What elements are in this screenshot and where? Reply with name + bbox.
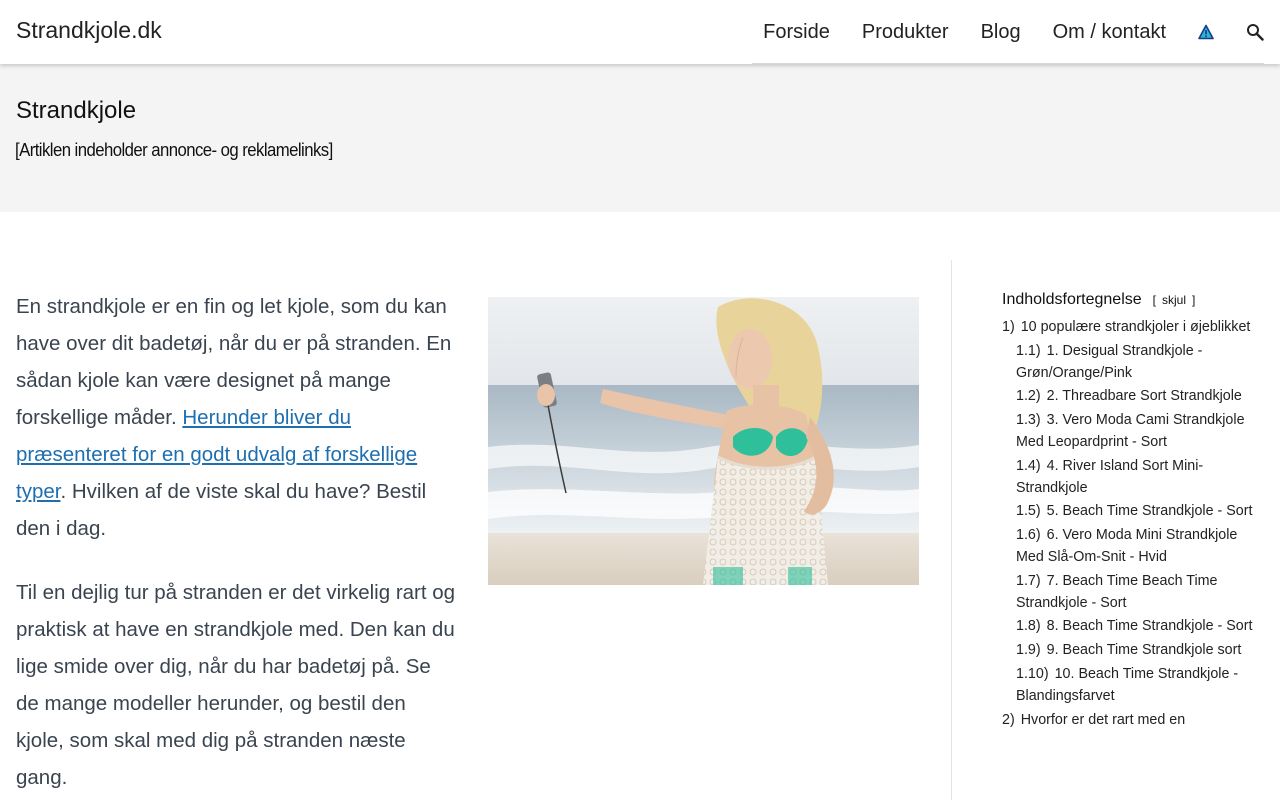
toc-item-number: 1.6): [1016, 527, 1041, 544]
body-paragraph: Til en dejlig tur på stranden er det vir…: [16, 581, 456, 789]
search-icon[interactable]: [1246, 23, 1264, 41]
toc-item[interactable]: 1.7) 7. Beach Time Beach Time Strandkjole…: [1002, 571, 1262, 615]
toc-item-number: 1.5): [1016, 503, 1041, 520]
toc-item-number: 1.9): [1016, 642, 1041, 659]
toc-item-number: 1.8): [1016, 618, 1041, 635]
toc-item[interactable]: 1.2) 2. Threadbare Sort Strandkjole: [1002, 386, 1262, 408]
nav-divider: [752, 63, 1264, 64]
intro-paragraph: En strandkjole er en fin og let kjole, s…: [16, 288, 456, 547]
toc-item[interactable]: 1.5) 5. Beach Time Strandkjole - Sort: [1002, 501, 1262, 523]
toc-item-number: 2): [1002, 711, 1015, 728]
toc-toggle-label[interactable]: skjul: [1162, 293, 1186, 307]
nav-om-kontakt[interactable]: Om / kontakt: [1053, 21, 1166, 44]
toc-item[interactable]: 1.6) 6. Vero Moda Mini Strandkjole Med Sl…: [1002, 525, 1262, 569]
toc-title: Indholdsfortegnelse: [1002, 291, 1142, 308]
toc-item-number: 1.10): [1016, 665, 1049, 682]
toc-item-link[interactable]: 6. Vero Moda Mini Strandkjole Med Slå-Om…: [1016, 527, 1237, 565]
toc-item-number: 1.3): [1016, 412, 1041, 429]
site-header: Strandkjole.dk Forside Produkter Blog Om…: [0, 0, 1280, 64]
nav-forside[interactable]: Forside: [763, 21, 830, 44]
toc-item-link[interactable]: 3. Vero Moda Cami Strandkjole Med Leopar…: [1016, 412, 1245, 450]
toc-item-number: 1.1): [1016, 342, 1041, 359]
nav-produkter[interactable]: Produkter: [862, 21, 949, 44]
toc-item-link[interactable]: 9. Beach Time Strandkjole sort: [1047, 642, 1242, 658]
toc-item[interactable]: 1.10) 10. Beach Time Strandkjole - Blandi…: [1002, 664, 1262, 708]
toc-item[interactable]: 1.4) 4. River Island Sort Mini-Strandkjol…: [1002, 456, 1262, 500]
ad-disclaimer: [Artiklen indeholder annonce- og reklame…: [15, 140, 333, 160]
toc-item-link[interactable]: Hvorfor er det rart med en: [1021, 712, 1185, 728]
sidebar-divider: [951, 260, 952, 800]
toc-item-link[interactable]: 10 populære strandkjoler i øjeblikket: [1021, 319, 1251, 335]
table-of-contents: Indholdsfortegnelse [ skjul] 1) 10 populær…: [1002, 291, 1262, 733]
toc-item-number: 1.2): [1016, 388, 1041, 405]
toc-item[interactable]: 2) Hvorfor er det rart med en: [1002, 710, 1262, 732]
toc-item[interactable]: 1) 10 populære strandkjoler i øjeblikket: [1002, 317, 1262, 339]
toc-item-link[interactable]: 1. Desigual Strandkjole - Grøn/Orange/Pi…: [1016, 343, 1202, 381]
toc-item-link[interactable]: 2. Threadbare Sort Strandkjole: [1047, 388, 1242, 404]
hero-image: [488, 297, 919, 585]
toc-item-link[interactable]: 4. River Island Sort Mini-Strandkjole: [1016, 458, 1203, 496]
toc-item[interactable]: 1.3) 3. Vero Moda Cami Strandkjole Med Le…: [1002, 410, 1262, 454]
toc-list: 1) 10 populære strandkjoler i øjeblikket 1…: [1002, 317, 1262, 731]
toc-item-number: 1.7): [1016, 572, 1041, 589]
toc-item-number: 1.4): [1016, 457, 1041, 474]
toc-toggle[interactable]: [ skjul]: [1150, 293, 1199, 307]
site-brand-link[interactable]: Strandkjole.dk: [16, 17, 162, 44]
toc-item[interactable]: 1.1) 1. Desigual Strandkjole - Grøn/Orang…: [1002, 341, 1262, 385]
warning-icon[interactable]: [1198, 24, 1214, 40]
toc-item-number: 1): [1002, 319, 1015, 335]
toc-item[interactable]: 1.8) 8. Beach Time Strandkjole - Sort: [1002, 616, 1262, 638]
toc-header: Indholdsfortegnelse [ skjul]: [1002, 291, 1262, 309]
toc-toggle-close: ]: [1192, 293, 1196, 307]
main-nav: Forside Produkter Blog Om / kontakt: [763, 0, 1264, 64]
page-title: Strandkjole: [16, 97, 137, 124]
toc-item-link[interactable]: 8. Beach Time Strandkjole - Sort: [1047, 618, 1253, 634]
toc-item-link[interactable]: 7. Beach Time Beach Time Strandkjole - S…: [1016, 573, 1218, 611]
toc-item[interactable]: 1.9) 9. Beach Time Strandkjole sort: [1002, 640, 1262, 662]
title-band: Strandkjole [Artiklen indeholder annonce…: [0, 64, 1280, 212]
toc-item-link[interactable]: 5. Beach Time Strandkjole - Sort: [1047, 503, 1253, 519]
toc-item-link[interactable]: 10. Beach Time Strandkjole - Blandingsfa…: [1016, 666, 1238, 704]
toc-toggle-open: [: [1152, 293, 1156, 307]
intro-text-end: . Hvilken af de viste skal du have? Best…: [16, 480, 427, 540]
nav-blog[interactable]: Blog: [981, 21, 1021, 44]
